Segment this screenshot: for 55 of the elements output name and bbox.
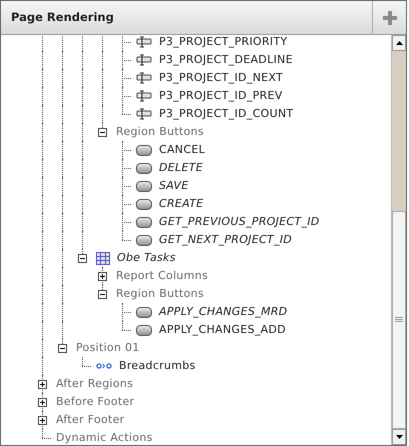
- text-field-icon: [136, 90, 152, 102]
- expand-icon[interactable]: [38, 416, 47, 425]
- button-icon: [136, 162, 152, 174]
- tree-group-label[interactable]: Before Footer: [56, 394, 134, 410]
- scroll-thumb[interactable]: [392, 211, 406, 429]
- tree-node-label[interactable]: SAVE: [159, 178, 189, 194]
- scroll-up-button[interactable]: [392, 35, 406, 51]
- tree-node-label[interactable]: P3_PROJECT_ID_NEXT: [159, 70, 284, 86]
- expand-icon[interactable]: [38, 398, 47, 407]
- button-icon: [136, 144, 152, 156]
- button-icon: [136, 324, 152, 336]
- tree-node-label[interactable]: CREATE: [159, 196, 204, 212]
- tree-group-label[interactable]: Report Columns: [116, 268, 208, 284]
- tree-node-label[interactable]: P3_PROJECT_ID_PREV: [159, 88, 283, 104]
- tree-node-label[interactable]: GET_NEXT_PROJECT_ID: [159, 232, 292, 248]
- tree-group-label[interactable]: Region Buttons: [116, 286, 204, 302]
- tree-node-label[interactable]: Obe Tasks: [117, 250, 176, 266]
- tree-node-label[interactable]: P3_PROJECT_PRIORITY: [159, 35, 288, 50]
- tree-node-label[interactable]: P3_PROJECT_ID_COUNT: [159, 106, 294, 122]
- scroll-down-button[interactable]: [392, 429, 406, 445]
- tree-node-label[interactable]: CANCEL: [159, 142, 205, 158]
- text-field-icon: [136, 72, 152, 84]
- tree-node-label[interactable]: DELETE: [159, 160, 203, 176]
- button-icon: [136, 180, 152, 192]
- tree-group-label[interactable]: Dynamic Actions: [56, 430, 153, 445]
- text-field-icon: [136, 54, 152, 66]
- collapse-icon[interactable]: [78, 254, 87, 263]
- text-field-icon: [136, 36, 152, 48]
- collapse-icon[interactable]: [98, 290, 107, 299]
- plus-icon: [382, 10, 396, 24]
- tree-node-label[interactable]: Breadcrumbs: [119, 358, 196, 374]
- expand-icon[interactable]: [38, 380, 47, 389]
- button-icon: [136, 198, 152, 210]
- grip-icon: [395, 317, 403, 323]
- button-icon: [136, 234, 152, 246]
- collapse-icon[interactable]: [58, 344, 67, 353]
- tree-node-label[interactable]: GET_PREVIOUS_PROJECT_ID: [159, 214, 320, 230]
- button-icon: [136, 306, 152, 318]
- tree-node-label[interactable]: APPLY_CHANGES_MRD: [159, 304, 288, 320]
- tree-group-label[interactable]: Region Buttons: [116, 124, 204, 140]
- breadcrumb-icon: [96, 362, 112, 370]
- button-icon: [136, 216, 152, 228]
- up-arrow-icon: [396, 41, 402, 45]
- tree-node-label[interactable]: APPLY_CHANGES_ADD: [159, 322, 286, 338]
- text-field-icon: [136, 108, 152, 120]
- tree-node-label[interactable]: P3_PROJECT_DEADLINE: [159, 52, 293, 68]
- tree-group-label[interactable]: After Regions: [56, 376, 134, 392]
- collapse-icon[interactable]: [98, 128, 107, 137]
- grid-icon: [96, 252, 110, 264]
- tree-group-label[interactable]: Position 01: [76, 340, 140, 356]
- panel-title: Page Rendering: [10, 8, 115, 26]
- expand-icon[interactable]: [98, 272, 107, 281]
- down-arrow-icon: [396, 435, 402, 439]
- scrollbar[interactable]: [391, 35, 406, 445]
- tree-group-label[interactable]: After Footer: [56, 412, 125, 428]
